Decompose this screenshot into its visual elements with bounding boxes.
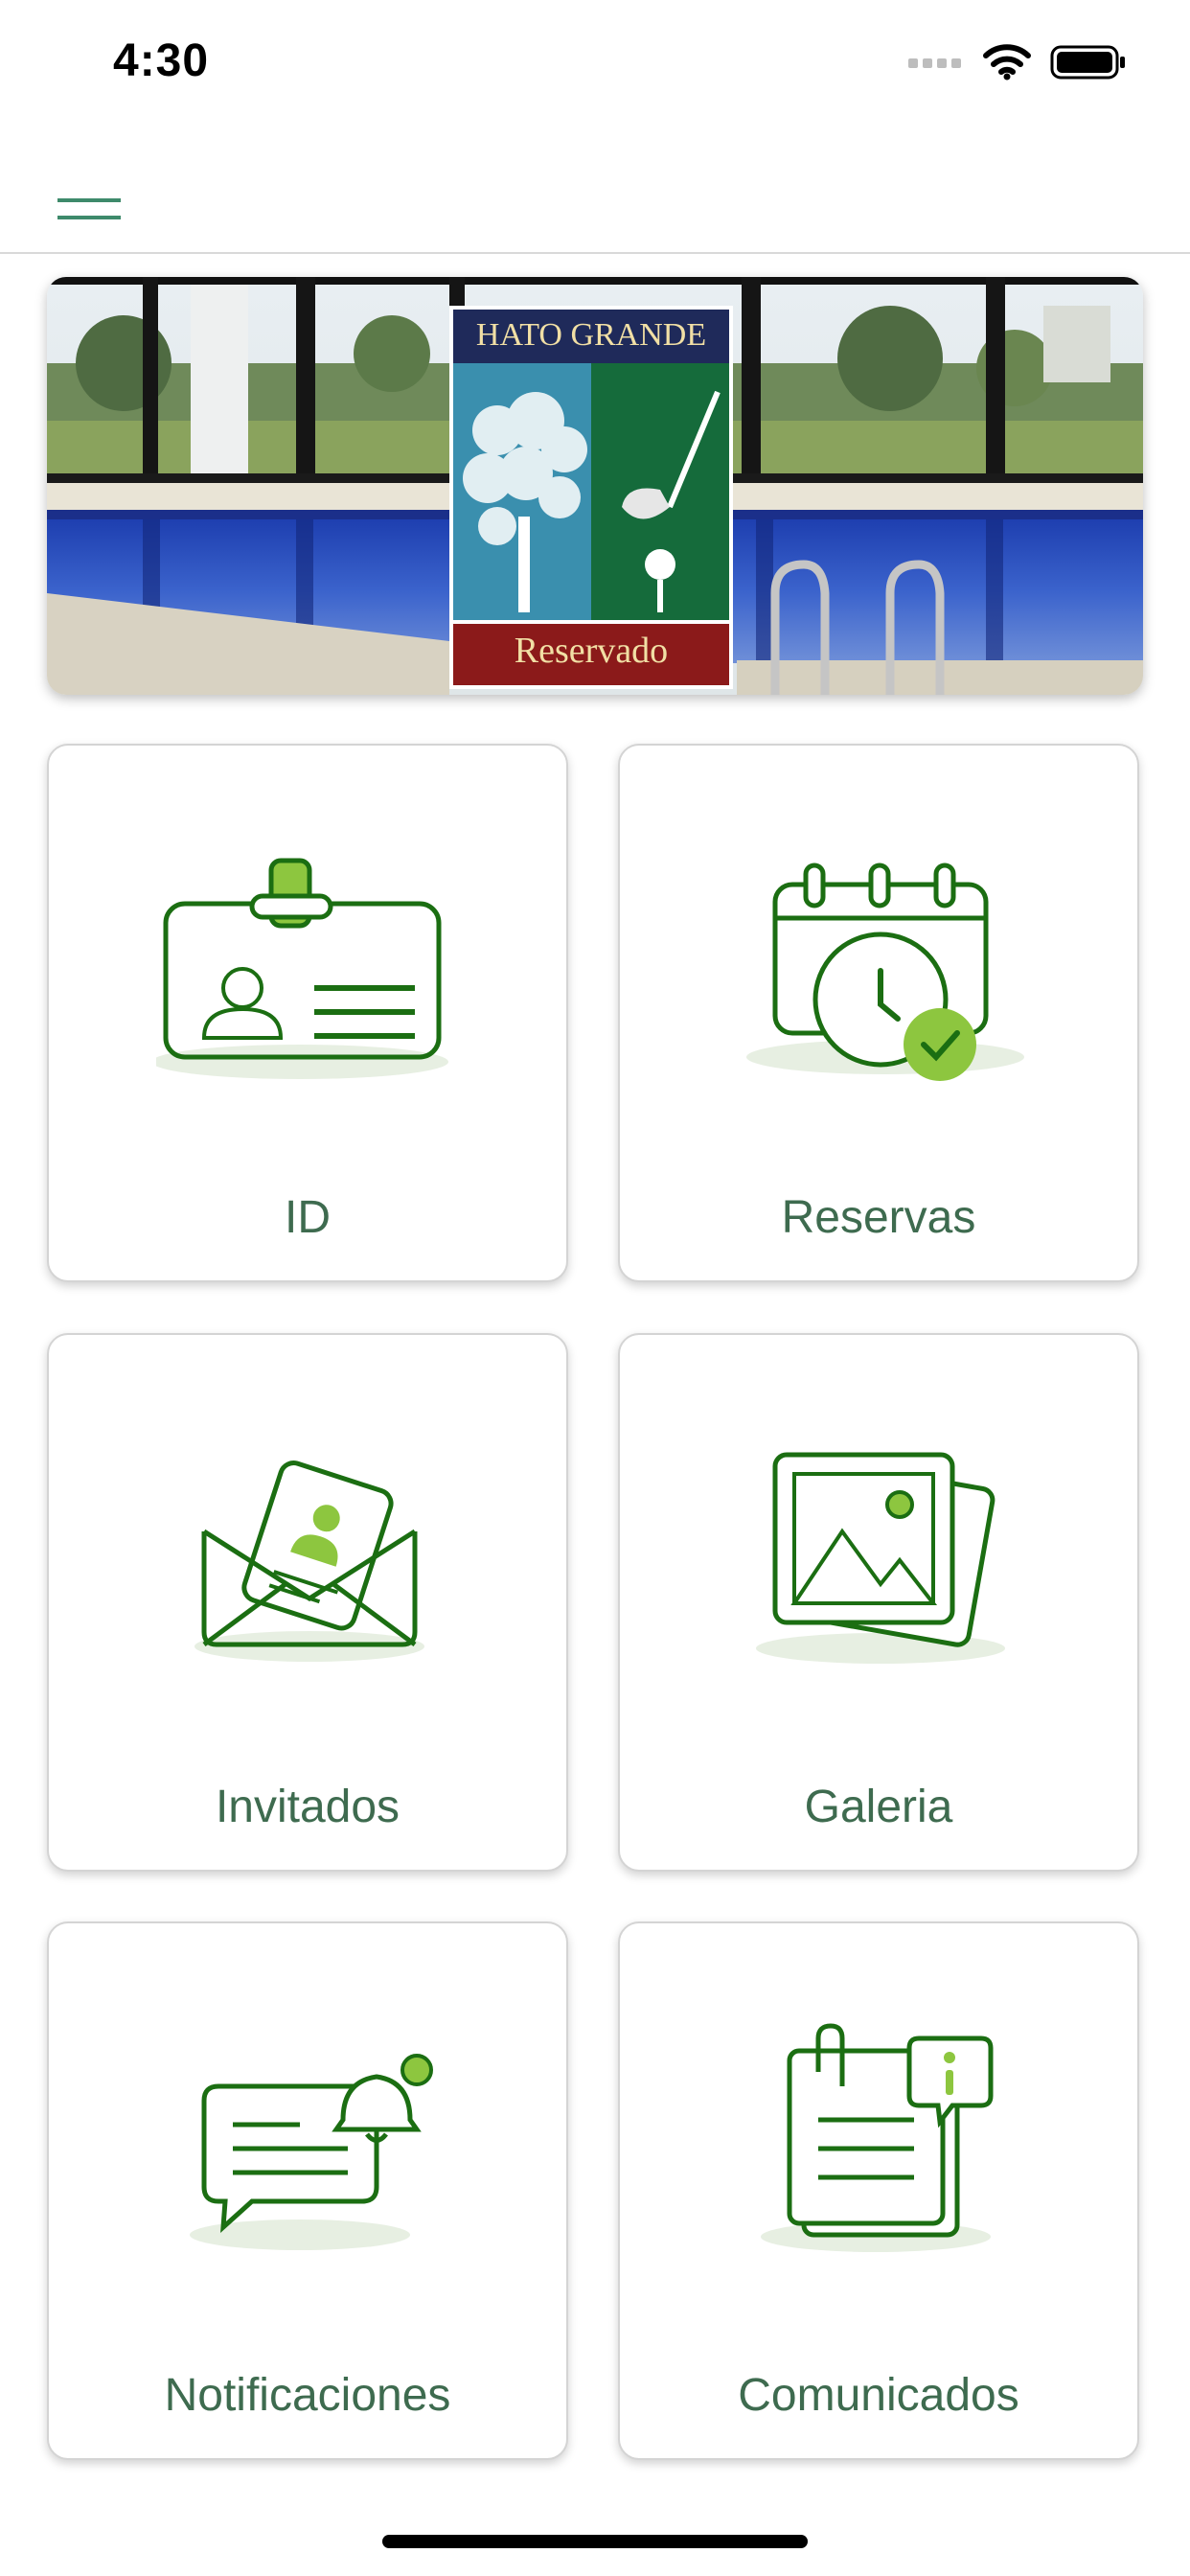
wifi-icon [983,44,1031,80]
document-info-icon [761,2023,994,2252]
envelope-invitation-icon [195,1460,424,1662]
tile-id[interactable]: ID [47,744,568,1282]
home-indicator[interactable] [382,2535,808,2548]
gallery-photos-icon [756,1452,1005,1664]
nav-bar [0,129,1190,254]
tile-galeria[interactable]: Galeria [618,1333,1139,1872]
tile-label: Notificaciones [164,2370,451,2421]
tile-label: Reservas [781,1192,976,1243]
tile-reservas[interactable]: Reservas [618,744,1139,1282]
logo-title: HATO GRANDE [475,317,707,353]
signal-icon [908,58,961,68]
battery-icon [1050,45,1125,80]
club-banner: HATO GRANDE Reservado [47,277,1143,695]
id-card-icon [156,858,448,1079]
status-bar: 4:30 [0,0,1190,129]
tile-label: Comunicados [738,2370,1019,2421]
calendar-clock-icon [746,862,1024,1081]
tile-label: Galeria [804,1782,953,1832]
tile-label: ID [285,1192,331,1243]
notification-chat-bell-icon [190,2054,433,2250]
status-time: 4:30 [113,35,210,86]
status-icons [908,44,1127,80]
logo-subtitle: Reservado [514,631,669,671]
hamburger-menu-button[interactable] [46,160,132,236]
tile-invitados[interactable]: Invitados [47,1333,568,1872]
tile-comunicados[interactable]: Comunicados [618,1921,1139,2460]
tile-label: Invitados [215,1782,400,1832]
tile-notificaciones[interactable]: Notificaciones [47,1921,568,2460]
hamburger-menu-icon [57,198,121,236]
